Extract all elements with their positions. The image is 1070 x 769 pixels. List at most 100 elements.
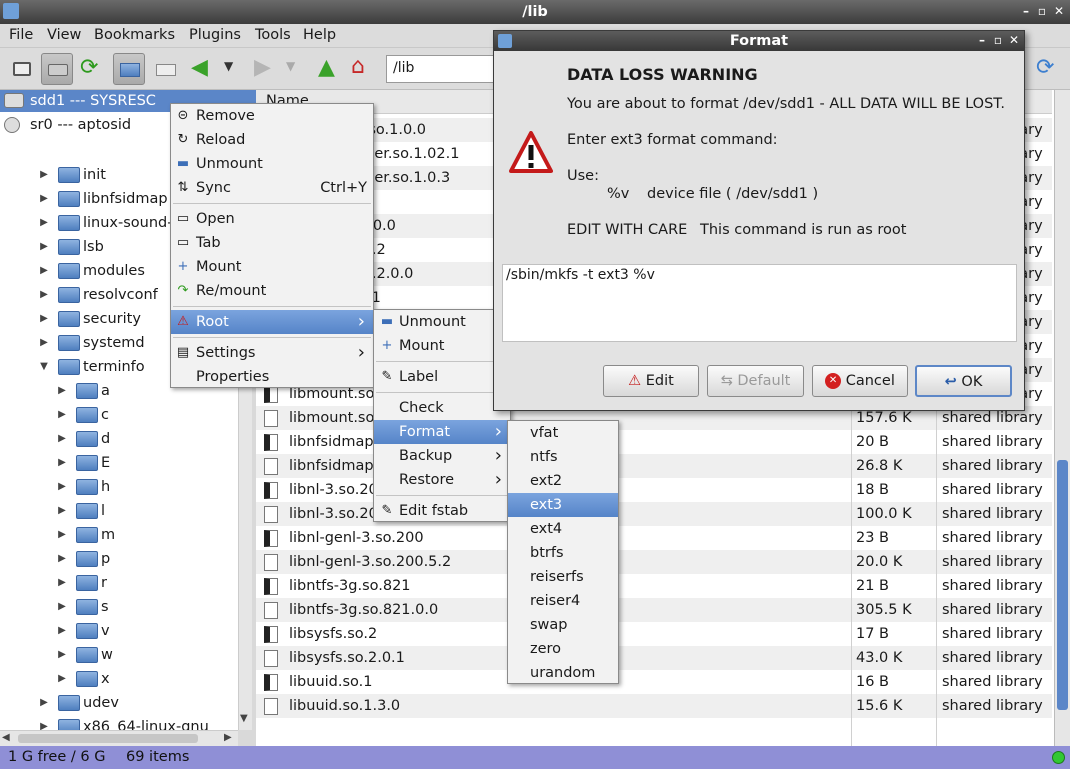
screenshot-button[interactable] [6, 53, 38, 85]
chevron-down-icon[interactable]: ▼ [240, 713, 248, 724]
chevron-right-icon[interactable]: ▶ [224, 732, 232, 743]
format-item-reiserfs[interactable]: reiserfs [508, 565, 618, 589]
menu-item-remove[interactable]: ⊝ Remove [171, 104, 373, 128]
new-tab-button[interactable] [150, 53, 182, 85]
collapsed-arrow-icon[interactable]: ▶ [56, 403, 68, 427]
close-button[interactable]: ✕ [1051, 2, 1067, 20]
file-row[interactable]: libntfs-3g.so.821 21 B shared library [256, 574, 1052, 598]
collapsed-arrow-icon[interactable]: ▶ [38, 187, 50, 211]
root-item-backup[interactable]: Backup › [374, 444, 510, 468]
cancel-button[interactable]: ✕ Cancel [812, 365, 908, 397]
menu-item-tab[interactable]: ▭ Tab [171, 231, 373, 255]
collapsed-arrow-icon[interactable]: ▶ [38, 235, 50, 259]
file-row[interactable]: libsysfs.so.2 17 B shared library [256, 622, 1052, 646]
file-row[interactable]: libsysfs.so.2.0.1 43.0 K shared library [256, 646, 1052, 670]
forward-button[interactable]: ▶ [248, 53, 280, 85]
tree-item[interactable]: ▶ x [0, 667, 240, 691]
scrollbar-thumb[interactable] [1057, 460, 1068, 710]
menu-view[interactable]: View [47, 27, 81, 43]
collapsed-arrow-icon[interactable]: ▶ [56, 499, 68, 523]
root-item-unmount[interactable]: ▬ Unmount [374, 310, 510, 334]
collapsed-arrow-icon[interactable]: ▶ [56, 379, 68, 403]
edit-button[interactable]: ⚠ Edit [603, 365, 699, 397]
format-item-ext2[interactable]: ext2 [508, 469, 618, 493]
root-item-format[interactable]: Format › [374, 420, 510, 444]
back-history-button[interactable]: ▼ [220, 53, 240, 85]
refresh-button[interactable]: ⟳ [76, 53, 108, 85]
format-item-reiser4[interactable]: reiser4 [508, 589, 618, 613]
format-item-btrfs[interactable]: btrfs [508, 541, 618, 565]
menu-item-root[interactable]: ⚠ Root › [171, 310, 373, 334]
menu-item-open[interactable]: ▭ Open [171, 207, 373, 231]
file-row[interactable]: libntfs-3g.so.821.0.0 305.5 K shared libra… [256, 598, 1052, 622]
collapsed-arrow-icon[interactable]: ▶ [56, 619, 68, 643]
ok-button[interactable]: ↩ OK [915, 365, 1012, 397]
folder-toggle-button[interactable] [113, 53, 145, 85]
tree-item[interactable]: ▶ l [0, 499, 240, 523]
format-item-vfat[interactable]: vfat [508, 421, 618, 445]
root-item-edit-fstab[interactable]: ✎ Edit fstab [374, 499, 510, 523]
menu-bookmarks[interactable]: Bookmarks [94, 27, 175, 43]
menu-item-sync[interactable]: ⇅ Sync Ctrl+Y [171, 176, 373, 200]
format-command-input[interactable]: /sbin/mkfs -t ext3 %v [502, 264, 1017, 342]
collapsed-arrow-icon[interactable]: ▶ [56, 571, 68, 595]
devices-toggle-button[interactable] [41, 53, 73, 85]
collapsed-arrow-icon[interactable]: ▶ [56, 475, 68, 499]
format-item-ext4[interactable]: ext4 [508, 517, 618, 541]
format-item-ntfs[interactable]: ntfs [508, 445, 618, 469]
collapsed-arrow-icon[interactable]: ▶ [38, 307, 50, 331]
collapsed-arrow-icon[interactable]: ▶ [38, 331, 50, 355]
reload-view-button[interactable]: ⟳ [1032, 53, 1064, 85]
expanded-arrow-icon[interactable]: ▼ [38, 355, 50, 379]
tree-item[interactable]: ▶ d [0, 427, 240, 451]
file-row[interactable]: libnl-genl-3.so.200 23 B shared library [256, 526, 1052, 550]
file-row[interactable]: libuuid.so.1.3.0 15.6 K shared library [256, 694, 1052, 718]
menu-item-properties[interactable]: Properties [171, 365, 373, 389]
collapsed-arrow-icon[interactable]: ▶ [38, 283, 50, 307]
collapsed-arrow-icon[interactable]: ▶ [38, 211, 50, 235]
menu-item-reload[interactable]: ↻ Reload [171, 128, 373, 152]
collapsed-arrow-icon[interactable]: ▶ [56, 667, 68, 691]
tree-item[interactable]: ▶ r [0, 571, 240, 595]
format-item-swap[interactable]: swap [508, 613, 618, 637]
root-item-label[interactable]: ✎ Label [374, 365, 510, 389]
tree-item[interactable]: ▶ E [0, 451, 240, 475]
menu-plugins[interactable]: Plugins [189, 27, 241, 43]
back-button[interactable]: ◀ [186, 53, 218, 85]
menu-help[interactable]: Help [303, 27, 336, 43]
format-item-urandom[interactable]: urandom [508, 661, 618, 685]
scrollbar-thumb[interactable] [18, 734, 198, 743]
tree-item[interactable]: ▶ m [0, 523, 240, 547]
tree-item[interactable]: ▶ v [0, 619, 240, 643]
root-item-check[interactable]: Check [374, 396, 510, 420]
collapsed-arrow-icon[interactable]: ▶ [38, 691, 50, 715]
tree-item[interactable]: ▶ s [0, 595, 240, 619]
collapsed-arrow-icon[interactable]: ▶ [56, 427, 68, 451]
collapsed-arrow-icon[interactable]: ▶ [38, 165, 50, 187]
menu-item-unmount[interactable]: ▬ Unmount [171, 152, 373, 176]
default-button[interactable]: ⇆ Default [707, 365, 804, 397]
tree-item[interactable]: ▶ x86_64-linux-gnu [0, 715, 240, 730]
file-row[interactable]: libnl-genl-3.so.200.5.2 20.0 K shared libr… [256, 550, 1052, 574]
menu-tools[interactable]: Tools [255, 27, 291, 43]
file-list-vertical-scrollbar[interactable] [1054, 90, 1070, 746]
menu-item-settings[interactable]: ▤ Settings › [171, 341, 373, 365]
chevron-left-icon[interactable]: ◀ [2, 732, 10, 743]
forward-history-button[interactable]: ▼ [282, 53, 302, 85]
menu-item-mount[interactable]: + Mount [171, 255, 373, 279]
maximize-button[interactable]: ▫ [1034, 2, 1050, 20]
root-item-mount[interactable]: + Mount [374, 334, 510, 358]
tree-item[interactable]: ▶ c [0, 403, 240, 427]
minimize-button[interactable]: – [1018, 2, 1034, 20]
collapsed-arrow-icon[interactable]: ▶ [56, 643, 68, 667]
menu-item-re-mount[interactable]: ↷ Re/mount [171, 279, 373, 303]
collapsed-arrow-icon[interactable]: ▶ [56, 595, 68, 619]
tree-horizontal-scrollbar[interactable]: ◀ ▶ [0, 730, 238, 746]
tree-item[interactable]: ▶ w [0, 643, 240, 667]
tree-item[interactable]: ▶ h [0, 475, 240, 499]
format-item-zero[interactable]: zero [508, 637, 618, 661]
root-item-restore[interactable]: Restore › [374, 468, 510, 492]
collapsed-arrow-icon[interactable]: ▶ [56, 547, 68, 571]
collapsed-arrow-icon[interactable]: ▶ [38, 715, 50, 730]
tree-item[interactable]: ▶ udev [0, 691, 240, 715]
